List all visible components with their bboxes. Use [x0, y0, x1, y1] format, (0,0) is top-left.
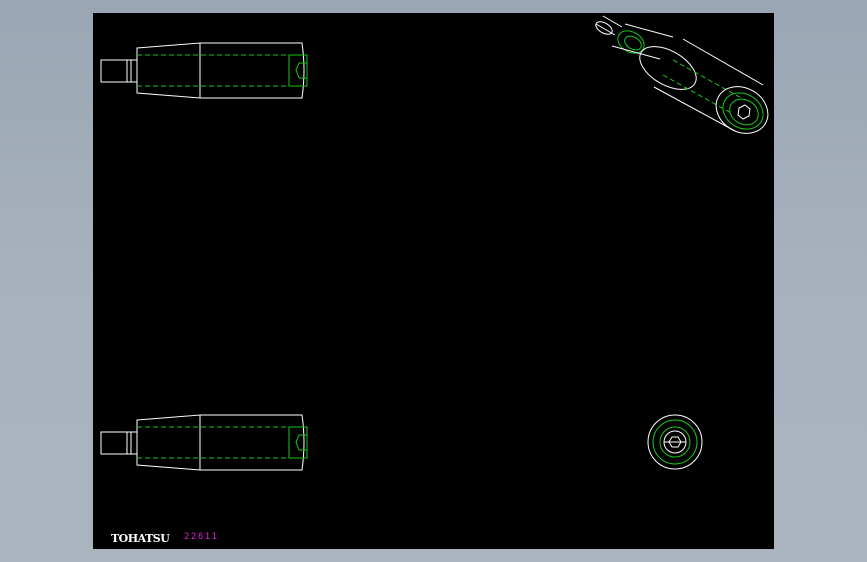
handle-side-view-bottom — [100, 414, 308, 471]
brand-label: TOHATSU — [111, 532, 170, 545]
handle-side-view-top — [100, 42, 308, 99]
handle-end-view — [647, 414, 703, 470]
handle-isometric-view — [595, 15, 769, 134]
cad-drawing-viewport[interactable]: TOHATSU 22611 — [93, 13, 774, 549]
part-code-label: 22611 — [184, 532, 219, 542]
